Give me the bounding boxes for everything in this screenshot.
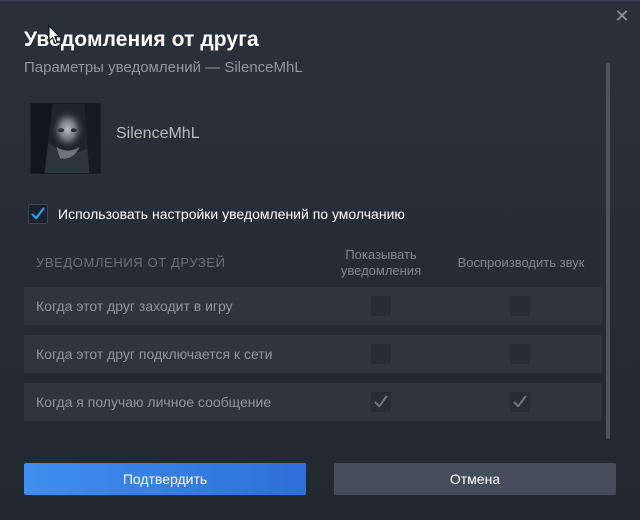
- use-default-settings-checkbox[interactable]: [28, 204, 48, 224]
- checkmark-icon: [31, 207, 45, 220]
- friend-name: SilenceMhL: [116, 125, 200, 142]
- confirm-button[interactable]: Подтвердить: [24, 463, 306, 495]
- checkmark-icon: [513, 395, 527, 408]
- show-notification-checkbox[interactable]: [371, 344, 391, 364]
- scrollbar[interactable]: [606, 63, 610, 439]
- table-row: Когда этот друг заходит в игру: [24, 287, 602, 325]
- friend-notifications-dialog: ✕ Уведомления от друга Параметры уведомл…: [0, 0, 640, 520]
- section-header: УВЕДОМЛЕНИЯ ОТ ДРУЗЕЙ: [36, 255, 226, 270]
- show-notification-checkbox[interactable]: [371, 296, 391, 316]
- row-label: Когда этот друг заходит в игру: [36, 298, 233, 314]
- table-row: Когда этот друг подключается к сети: [24, 335, 602, 373]
- cancel-button[interactable]: Отмена: [334, 463, 616, 495]
- play-sound-checkbox[interactable]: [510, 296, 530, 316]
- table-row: Когда я получаю личное сообщение: [24, 383, 602, 421]
- mouse-cursor-icon: [48, 25, 61, 45]
- play-sound-checkbox[interactable]: [510, 392, 530, 412]
- notifications-table-header: УВЕДОМЛЕНИЯ ОТ ДРУЗЕЙ Показывать уведомл…: [24, 245, 602, 285]
- row-label: Когда этот друг подключается к сети: [36, 346, 273, 362]
- row-label: Когда я получаю личное сообщение: [36, 394, 272, 410]
- avatar-image: [31, 104, 100, 173]
- use-default-settings-label: Использовать настройки уведомлений по ум…: [58, 206, 405, 222]
- use-default-settings-row[interactable]: Использовать настройки уведомлений по ум…: [28, 204, 405, 224]
- avatar: [30, 103, 101, 174]
- dialog-subtitle: Параметры уведомлений — SilenceMhL: [24, 59, 303, 76]
- show-notification-checkbox[interactable]: [371, 392, 391, 412]
- column-header-sound: Воспроизводить звук: [457, 255, 585, 270]
- play-sound-checkbox[interactable]: [510, 344, 530, 364]
- close-icon[interactable]: ✕: [612, 7, 632, 27]
- column-header-show: Показывать уведомления: [340, 247, 422, 278]
- checkmark-icon: [374, 395, 388, 408]
